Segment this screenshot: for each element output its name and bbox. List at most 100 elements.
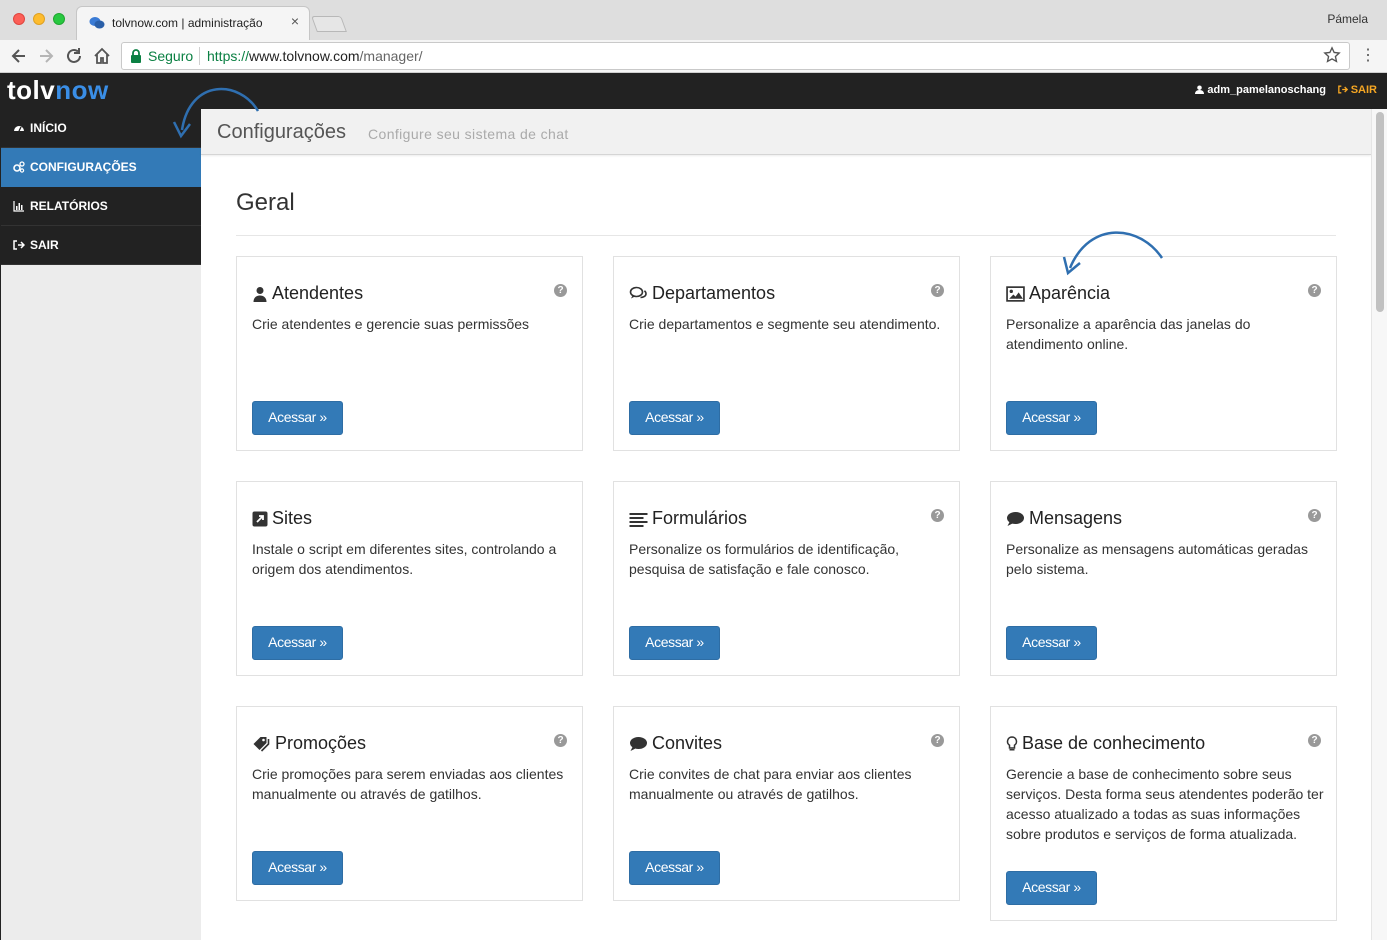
sidebar-item-configuracoes[interactable]: CONFIGURAÇÕES bbox=[1, 148, 201, 187]
user-icon bbox=[1195, 85, 1205, 94]
access-button-aparencia[interactable]: Acessar » bbox=[1006, 401, 1097, 435]
comments-icon bbox=[629, 286, 647, 298]
sidebar-item-label: RELATÓRIOS bbox=[30, 199, 108, 213]
back-arrow-icon[interactable] bbox=[9, 46, 29, 66]
card-title-text: Aparência bbox=[1029, 283, 1111, 303]
external-link-icon bbox=[252, 511, 268, 526]
card-title-text: Atendentes bbox=[272, 283, 364, 303]
url-host: www.tolvnow.com bbox=[249, 48, 360, 64]
sidebar-item-inicio[interactable]: INÍCIO bbox=[1, 109, 201, 148]
card-mensagens: Mensagens ? Personalize as mensagens aut… bbox=[990, 481, 1337, 676]
card-title-text: Sites bbox=[272, 508, 313, 528]
help-icon[interactable]: ? bbox=[931, 284, 944, 297]
card-description: Crie atendentes e gerencie suas permissõ… bbox=[252, 316, 530, 332]
window-close-button[interactable] bbox=[13, 13, 25, 25]
sidebar-nav: INÍCIO CONFIGURAÇÕES RELATÓRIOS SAIR bbox=[1, 109, 201, 265]
access-button-formularios[interactable]: Acessar » bbox=[629, 626, 720, 660]
sidebar-item-label: CONFIGURAÇÕES bbox=[30, 160, 137, 174]
access-button-departamentos[interactable]: Acessar » bbox=[629, 401, 720, 435]
lock-icon bbox=[131, 49, 141, 63]
card-description: Crie convites de chat para enviar aos cl… bbox=[629, 766, 912, 802]
sidebar-item-label: SAIR bbox=[30, 238, 59, 252]
browser-tab[interactable]: tolvnow.com | administração × bbox=[76, 6, 310, 40]
card-title: Sites bbox=[252, 508, 312, 529]
card-promocoes: Promoções ? Crie promoções para serem en… bbox=[236, 706, 583, 901]
card-title: Formulários bbox=[629, 508, 747, 529]
page-title: Configurações bbox=[217, 121, 346, 143]
help-icon[interactable]: ? bbox=[931, 509, 944, 522]
access-button-mensagens[interactable]: Acessar » bbox=[1006, 626, 1097, 660]
tab-close-icon[interactable]: × bbox=[287, 13, 303, 29]
browser-menu-icon[interactable]: ⋮ bbox=[1360, 46, 1376, 66]
card-departamentos: Departamentos ? Crie departamentos e seg… bbox=[613, 256, 960, 451]
browser-profile-name[interactable]: Pámela bbox=[1327, 12, 1368, 26]
access-button-base-conhecimento[interactable]: Acessar » bbox=[1006, 871, 1097, 905]
card-sites: Sites Instale o script em diferentes sit… bbox=[236, 481, 583, 676]
logo-text-accent: now bbox=[55, 75, 109, 105]
card-title: Convites bbox=[629, 733, 722, 754]
url-path: /manager/ bbox=[359, 48, 423, 64]
omnibox-divider bbox=[199, 47, 200, 65]
help-icon[interactable]: ? bbox=[931, 734, 944, 747]
card-title: Aparência bbox=[1006, 283, 1110, 304]
card-description: Personalize as mensagens automáticas ger… bbox=[1006, 541, 1308, 577]
access-button-promocoes[interactable]: Acessar » bbox=[252, 851, 343, 885]
help-icon[interactable]: ? bbox=[554, 734, 567, 747]
cogs-icon bbox=[13, 161, 25, 173]
app-logo[interactable]: tolvnow bbox=[7, 75, 109, 106]
card-title: Promoções bbox=[252, 733, 366, 754]
logo-text-primary: tolv bbox=[7, 75, 56, 105]
card-description: Crie departamentos e segmente seu atendi… bbox=[629, 316, 941, 332]
home-icon[interactable] bbox=[92, 46, 112, 66]
window-minimize-button[interactable] bbox=[33, 13, 45, 25]
card-title: Departamentos bbox=[629, 283, 775, 304]
help-icon[interactable]: ? bbox=[1308, 509, 1321, 522]
access-button-atendentes[interactable]: Acessar » bbox=[252, 401, 343, 435]
chat-bubbles-icon bbox=[89, 17, 105, 29]
picture-icon bbox=[1006, 285, 1025, 302]
reload-icon[interactable] bbox=[64, 46, 84, 66]
card-atendentes: Atendentes ? Crie atendentes e gerencie … bbox=[236, 256, 583, 451]
forward-arrow-icon[interactable] bbox=[36, 46, 56, 66]
section-divider bbox=[236, 235, 1336, 236]
card-aparencia: Aparência ? Personalize a aparência das … bbox=[990, 256, 1337, 451]
sidebar: INÍCIO CONFIGURAÇÕES RELATÓRIOS SAIR bbox=[0, 109, 201, 940]
card-description: Personalize a aparência das janelas do a… bbox=[1006, 316, 1251, 352]
card-description: Instale o script em diferentes sites, co… bbox=[252, 541, 557, 577]
access-button-sites[interactable]: Acessar » bbox=[252, 626, 343, 660]
help-icon[interactable]: ? bbox=[1308, 734, 1321, 747]
help-icon[interactable]: ? bbox=[554, 284, 567, 297]
sidebar-item-relatorios[interactable]: RELATÓRIOS bbox=[1, 187, 201, 226]
new-tab-button[interactable] bbox=[311, 16, 347, 32]
scrollbar-thumb[interactable] bbox=[1376, 112, 1384, 312]
access-button-convites[interactable]: Acessar » bbox=[629, 851, 720, 885]
header-logout-link[interactable]: SAIR bbox=[1337, 84, 1377, 96]
help-icon[interactable]: ? bbox=[1308, 284, 1321, 297]
list-icon bbox=[629, 512, 648, 527]
card-formularios: Formulários ? Personalize os formulários… bbox=[613, 481, 960, 676]
card-title: Base de conhecimento bbox=[1006, 733, 1205, 754]
sidebar-item-sair[interactable]: SAIR bbox=[1, 226, 201, 265]
page-subtitle: Configure seu sistema de chat bbox=[368, 126, 569, 142]
bar-chart-icon bbox=[13, 201, 24, 212]
app-header: tolvnow adm_pamelanoschang SAIR bbox=[0, 73, 1387, 109]
comment-icon bbox=[1007, 511, 1024, 526]
card-title-text: Base de conhecimento bbox=[1022, 733, 1206, 753]
window-zoom-button[interactable] bbox=[53, 13, 65, 25]
card-title-text: Departamentos bbox=[652, 283, 776, 303]
card-convites: Convites ? Crie convites de chat para en… bbox=[613, 706, 960, 901]
header-user-name: adm_pamelanoschang bbox=[1207, 84, 1326, 96]
browser-toolbar: Seguro https://www.tolvnow.com/manager/ … bbox=[0, 40, 1387, 73]
dashboard-icon bbox=[14, 126, 24, 132]
comment-icon bbox=[630, 736, 647, 751]
card-base-conhecimento: Base de conhecimento ? Gerencie a base d… bbox=[990, 706, 1337, 921]
sidebar-item-label: INÍCIO bbox=[30, 121, 67, 135]
card-title: Mensagens bbox=[1006, 508, 1122, 529]
lightbulb-icon bbox=[1006, 735, 1018, 750]
header-user[interactable]: adm_pamelanoschang bbox=[1195, 84, 1326, 96]
user-icon bbox=[253, 286, 267, 302]
url-text[interactable]: https://www.tolvnow.com/manager/ bbox=[207, 48, 423, 64]
address-bar[interactable]: Seguro https://www.tolvnow.com/manager/ bbox=[121, 42, 1350, 70]
bookmark-star-icon[interactable] bbox=[1323, 46, 1341, 64]
card-title-text: Convites bbox=[652, 733, 723, 753]
